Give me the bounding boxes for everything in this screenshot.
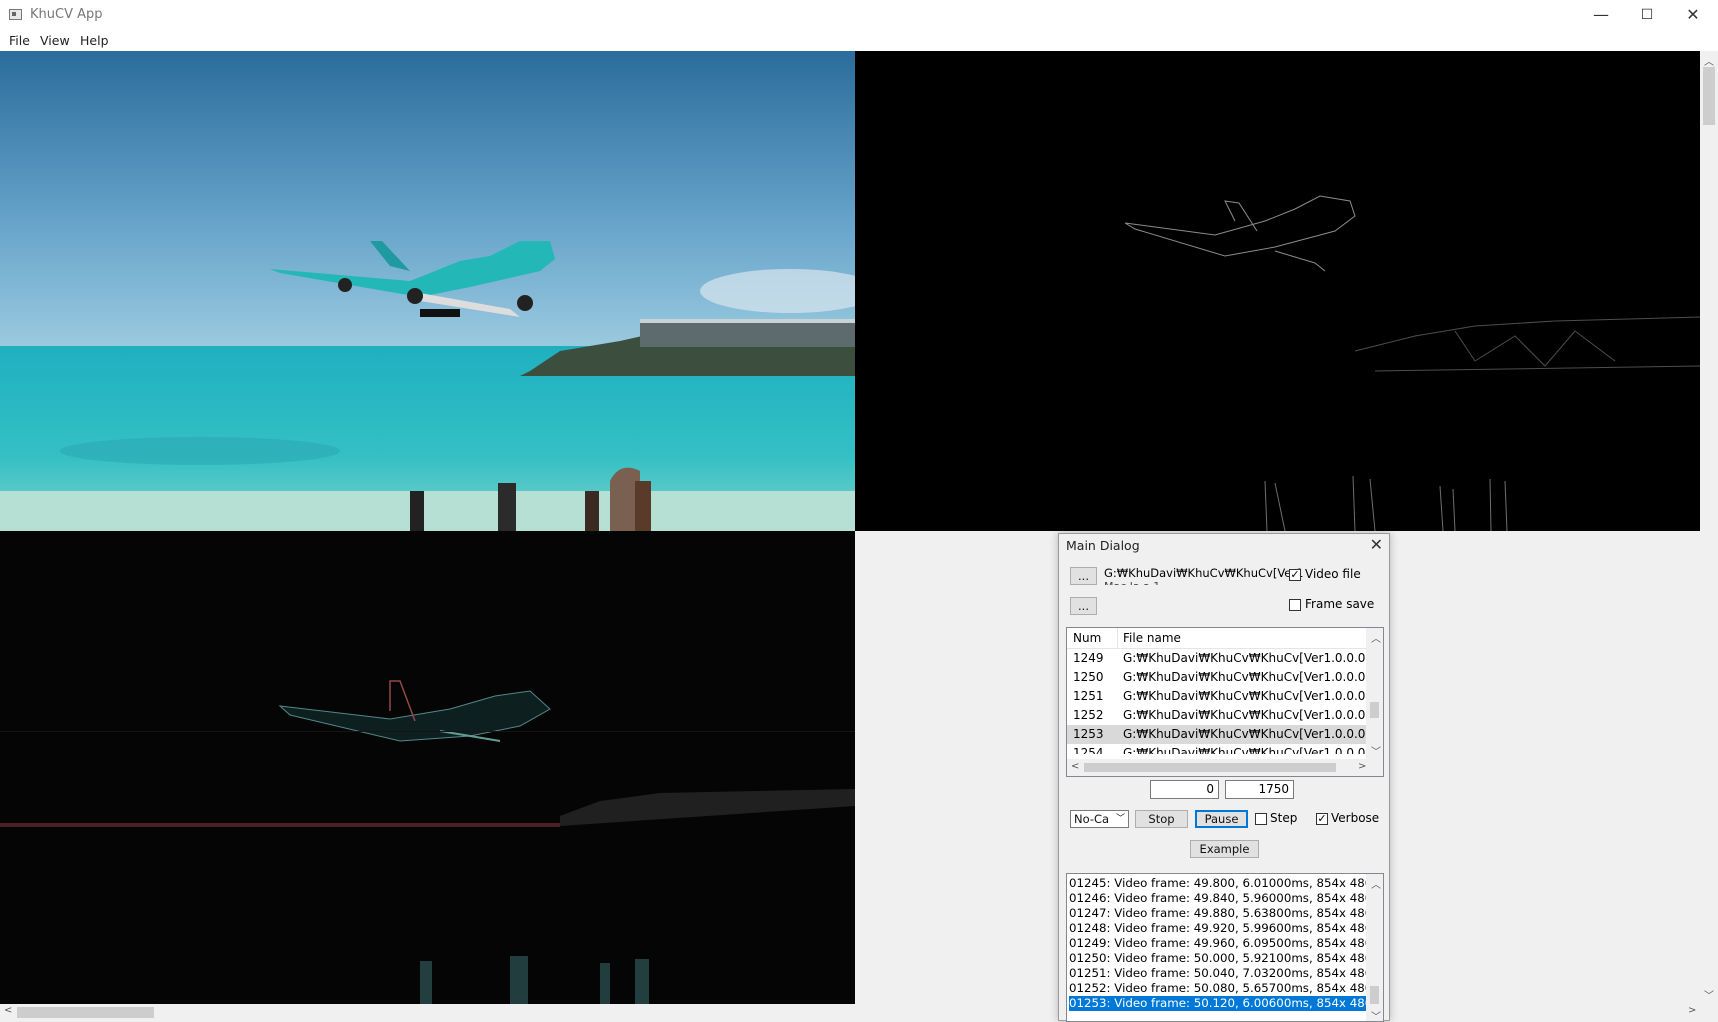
log-output[interactable]: 01245: Video frame: 49.800, 6.01000ms, 8… — [1066, 873, 1384, 1022]
list-item-num: 1254 — [1073, 746, 1104, 754]
log-line: 01248: Video frame: 49.920, 5.99600ms, 8… — [1069, 921, 1367, 935]
chevron-up-icon[interactable]: ︿ — [1371, 876, 1381, 891]
original-frame-view — [0, 51, 855, 531]
original-frame-image — [0, 51, 855, 531]
camera-select-value: No-Ca — [1074, 812, 1110, 826]
verbose-label: Verbose — [1331, 811, 1380, 825]
menu-bar: File View Help — [0, 30, 1718, 51]
column-file-name[interactable]: File name — [1123, 631, 1369, 645]
video-file-label: Video file — [1305, 567, 1361, 581]
pause-button[interactable]: Pause — [1195, 810, 1248, 828]
video-file-path: G:₩KhuDavi₩KhuCv₩KhuCv[Ver1 — [1104, 566, 1304, 580]
list-item-selected[interactable]: 1253 G:₩KhuDavi₩KhuCv₩KhuCv[Ver1.0.0.0]₩… — [1067, 725, 1369, 744]
client-area — [0, 51, 1700, 1004]
verbose-checkbox[interactable]: ✓ — [1316, 813, 1328, 825]
list-item-name: G:₩KhuDavi₩KhuCv₩KhuCv[Ver1.0.0.0]₩St... — [1123, 651, 1369, 665]
log-line: 01252: Video frame: 50.080, 5.65700ms, 8… — [1069, 981, 1367, 995]
scroll-down-icon[interactable]: ﹀ — [1704, 987, 1714, 1002]
list-item-num: 1251 — [1073, 689, 1104, 703]
range-start-field[interactable]: 0 — [1150, 780, 1219, 799]
scroll-right-icon[interactable]: > — [1688, 1005, 1696, 1016]
frame-save-checkbox[interactable] — [1289, 599, 1301, 611]
list-item-num: 1250 — [1073, 670, 1104, 684]
chevron-down-icon[interactable]: ﹀ — [1371, 1008, 1381, 1021]
title-bar: KhuCV App — ☐ ✕ — [0, 0, 1718, 30]
close-button[interactable]: ✕ — [1670, 0, 1716, 30]
log-vertical-scrollbar[interactable]: ︿ ﹀ — [1366, 874, 1383, 1021]
list-item-num: 1249 — [1073, 651, 1104, 665]
chevron-left-icon[interactable]: < — [1071, 761, 1079, 772]
menu-view[interactable]: View — [40, 33, 70, 48]
edge-frame-view — [855, 51, 1700, 531]
chevron-down-icon[interactable]: ﹀ — [1371, 743, 1381, 758]
video-file-path-line2: Mac la a 1 — [1104, 580, 1160, 585]
file-list-hscroll-thumb[interactable] — [1084, 763, 1336, 772]
dialog-title: Main Dialog — [1066, 538, 1140, 553]
menu-help[interactable]: Help — [80, 33, 109, 48]
file-list-vertical-scrollbar[interactable]: ︿ ﹀ — [1366, 628, 1383, 759]
stop-button[interactable]: Stop — [1135, 810, 1188, 828]
file-list[interactable]: Num File name 1249 G:₩KhuDavi₩KhuCv₩KhuC… — [1066, 627, 1384, 777]
list-item[interactable]: 1249 G:₩KhuDavi₩KhuCv₩KhuCv[Ver1.0.0.0]₩… — [1067, 649, 1369, 668]
dialog-close-icon[interactable]: ✕ — [1370, 535, 1383, 554]
log-line-selected: 01253: Video frame: 50.120, 6.00600ms, 8… — [1069, 996, 1367, 1011]
list-item-name: G:₩KhuDavi₩KhuCv₩KhuCv[Ver1.0.0.0]₩St... — [1123, 727, 1369, 741]
list-item-name: G:₩KhuDavi₩KhuCv₩KhuCv[Ver1.0.0.0]₩St... — [1123, 670, 1369, 684]
file-list-scroll-thumb[interactable] — [1370, 702, 1379, 718]
log-line: 01245: Video frame: 49.800, 6.01000ms, 8… — [1069, 876, 1367, 890]
chevron-up-icon[interactable]: ︿ — [1371, 630, 1381, 645]
column-num[interactable]: Num — [1073, 631, 1101, 645]
horizontal-scroll-thumb[interactable] — [17, 1007, 154, 1018]
list-item-num: 1253 — [1073, 727, 1104, 741]
edge-frame-image — [1124, 195, 1700, 531]
vertical-scrollbar[interactable]: ︿ ﹀ — [1700, 51, 1718, 1004]
log-scroll-thumb[interactable] — [1370, 986, 1379, 1004]
file-list-horizontal-scrollbar[interactable]: < > — [1067, 759, 1383, 776]
vertical-scroll-thumb[interactable] — [1703, 67, 1715, 125]
list-item-name: G:₩KhuDavi₩KhuCv₩KhuCv[Ver1.0.0.0]₩St... — [1123, 689, 1369, 703]
step-label: Step — [1270, 811, 1298, 825]
camera-select[interactable]: No-Ca ﹀ — [1070, 810, 1129, 828]
video-file-checkbox[interactable]: ✓ — [1289, 569, 1301, 581]
file-list-header: Num File name — [1067, 628, 1367, 649]
chevron-right-icon[interactable]: > — [1358, 761, 1366, 772]
main-dialog: Main Dialog ✕ ... G:₩KhuDavi₩KhuCv₩KhuCv… — [1058, 533, 1390, 1022]
list-item-num: 1252 — [1073, 708, 1104, 722]
log-line: 01250: Video frame: 50.000, 5.92100ms, 8… — [1069, 951, 1367, 965]
menu-file[interactable]: File — [9, 33, 30, 48]
scroll-left-icon[interactable]: < — [4, 1005, 12, 1016]
window-title: KhuCV App — [30, 7, 103, 22]
list-item-name: G:₩KhuDavi₩KhuCv₩KhuCv[Ver1.0.0.0]₩St... — [1123, 746, 1367, 754]
browse-video-button[interactable]: ... — [1070, 567, 1097, 585]
frame-save-label: Frame save — [1305, 597, 1375, 611]
log-line: 01251: Video frame: 50.040, 7.03200ms, 8… — [1069, 966, 1367, 980]
example-button[interactable]: Example — [1190, 840, 1259, 858]
range-end-field[interactable]: 1750 — [1225, 780, 1294, 799]
browse-save-button[interactable]: ... — [1070, 597, 1097, 615]
minimize-button[interactable]: — — [1578, 0, 1624, 30]
chevron-down-icon: ﹀ — [1115, 814, 1125, 824]
log-line: 01249: Video frame: 49.960, 6.09500ms, 8… — [1069, 936, 1367, 950]
maximize-button[interactable]: ☐ — [1624, 0, 1670, 30]
horizontal-scrollbar[interactable]: < > — [0, 1004, 1700, 1021]
difference-frame-view — [0, 531, 855, 1004]
list-item[interactable]: 1254 G:₩KhuDavi₩KhuCv₩KhuCv[Ver1.0.0.0]₩… — [1067, 744, 1367, 754]
list-item[interactable]: 1250 G:₩KhuDavi₩KhuCv₩KhuCv[Ver1.0.0.0]₩… — [1067, 668, 1369, 687]
list-item[interactable]: 1251 G:₩KhuDavi₩KhuCv₩KhuCv[Ver1.0.0.0]₩… — [1067, 687, 1369, 706]
app-icon — [9, 9, 22, 20]
difference-frame-image — [0, 680, 855, 1004]
scroll-up-icon[interactable]: ︿ — [1704, 53, 1714, 68]
log-line: 01246: Video frame: 49.840, 5.96000ms, 8… — [1069, 891, 1367, 905]
step-checkbox[interactable] — [1255, 813, 1267, 825]
list-item[interactable]: 1252 G:₩KhuDavi₩KhuCv₩KhuCv[Ver1.0.0.0]₩… — [1067, 706, 1369, 725]
log-line: 01247: Video frame: 49.880, 5.63800ms, 8… — [1069, 906, 1367, 920]
list-item-name: G:₩KhuDavi₩KhuCv₩KhuCv[Ver1.0.0.0]₩St... — [1123, 708, 1369, 722]
